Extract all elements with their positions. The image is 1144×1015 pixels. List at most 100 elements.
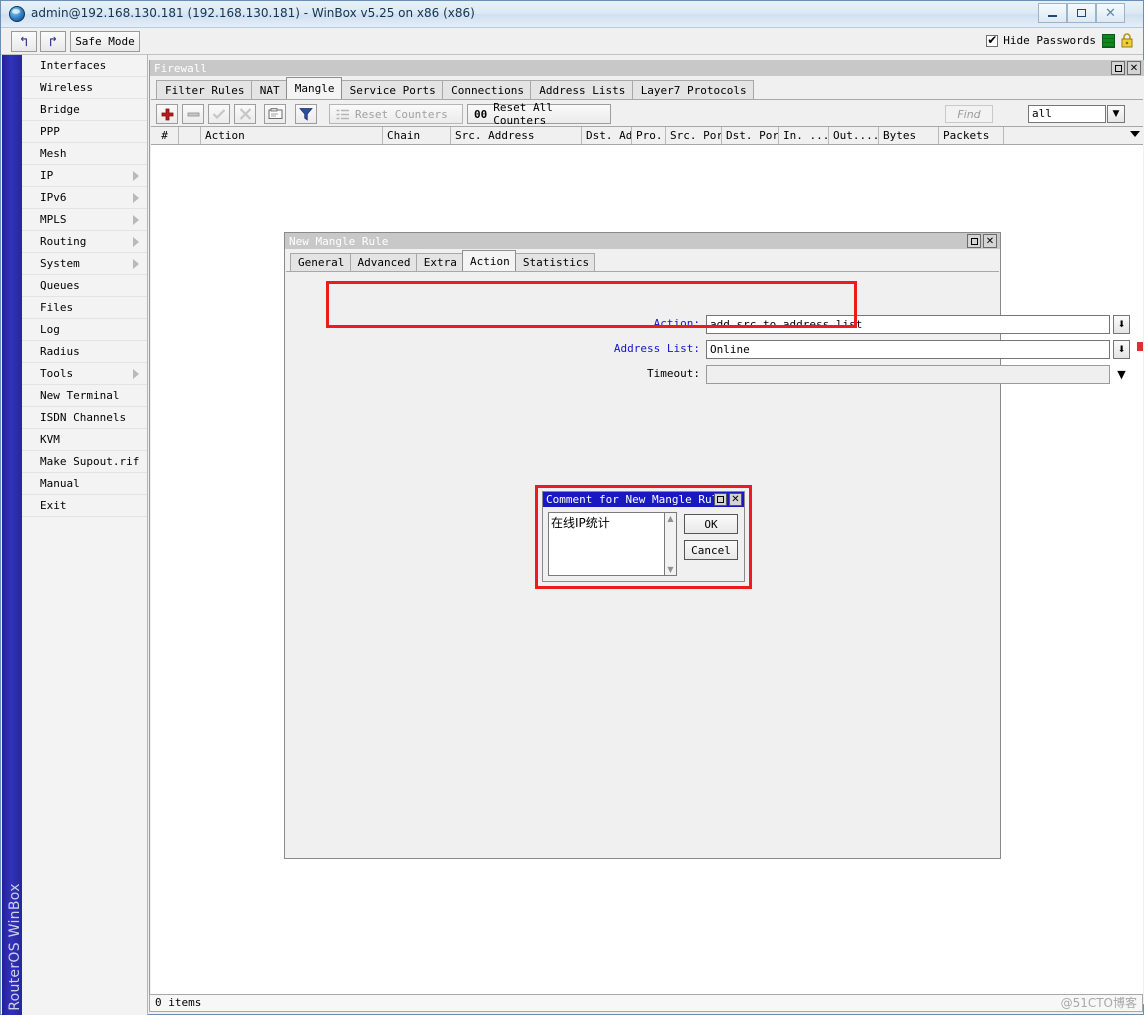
firewall-tab-connections[interactable]: Connections — [442, 80, 532, 99]
sidebar-item-label: Log — [40, 323, 60, 336]
sidebar-item-radius[interactable]: Radius — [22, 341, 147, 363]
mangle-restore-button[interactable] — [967, 234, 981, 248]
action-dropdown-button[interactable]: ⬇ — [1113, 315, 1130, 334]
plus-icon — [161, 108, 173, 120]
sidebar-item-system[interactable]: System — [22, 253, 147, 275]
sidebar-item-mpls[interactable]: MPLS — [22, 209, 147, 231]
comment-textarea[interactable]: 在线IP统计 — [548, 512, 665, 576]
tab-label: Filter Rules — [165, 84, 245, 97]
tab-label: Extra — [423, 256, 457, 269]
column-header-chain[interactable]: Chain — [383, 127, 451, 144]
sidebar-item-routing[interactable]: Routing — [22, 231, 147, 253]
mangle-tab-extra[interactable]: Extra — [415, 253, 463, 271]
sidebar-item-queues[interactable]: Queues — [22, 275, 147, 297]
safe-mode-button[interactable]: Safe Mode — [70, 31, 140, 52]
chevron-down-icon[interactable]: ▼ — [1107, 105, 1125, 123]
undo-button[interactable]: ↰ — [11, 31, 37, 52]
firewall-tab-layer7-protocols[interactable]: Layer7 Protocols — [631, 80, 755, 99]
comment-button[interactable] — [264, 104, 286, 124]
column-header-in[interactable]: In. ... — [779, 127, 829, 144]
comment-ok-button[interactable]: OK — [684, 514, 738, 534]
column-header-dst-port[interactable]: Dst. Port — [722, 127, 779, 144]
column-header-bytes[interactable]: Bytes — [879, 127, 939, 144]
firewall-filter-select[interactable]: all — [1028, 105, 1106, 123]
mangle-tab-advanced[interactable]: Advanced — [349, 253, 417, 271]
firewall-tab-address-lists[interactable]: Address Lists — [530, 80, 633, 99]
firewall-toolbar: Reset Counters 00 Reset All Counters Fin… — [151, 99, 1143, 127]
tab-label: NAT — [259, 84, 280, 97]
find-button[interactable]: Find — [945, 105, 993, 123]
sidebar-item-tools[interactable]: Tools — [22, 363, 147, 385]
mangle-tab-action[interactable]: Action — [462, 250, 516, 271]
address-list-dropdown-button[interactable]: ⬇ — [1113, 340, 1130, 359]
mangle-tab-statistics[interactable]: Statistics — [514, 253, 596, 271]
comment-cancel-button[interactable]: Cancel — [684, 540, 738, 560]
column-header-menu[interactable] — [1004, 127, 1143, 144]
timeout-dropdown-button[interactable]: ▼ — [1113, 365, 1130, 384]
sidebar-item-ip[interactable]: IP — [22, 165, 147, 187]
sidebar-item-isdn-channels[interactable]: ISDN Channels — [22, 407, 147, 429]
column-header-label: # — [161, 129, 168, 142]
column-header-action[interactable]: Action — [201, 127, 383, 144]
add-rule-button[interactable] — [156, 104, 178, 124]
comment-close-button[interactable]: ✕ — [729, 493, 742, 506]
column-header-dst-add[interactable]: Dst. Add... — [582, 127, 632, 144]
triangle-up-icon[interactable]: ▲ — [666, 514, 675, 523]
hide-passwords-checkbox[interactable]: Hide Passwords — [986, 33, 1096, 47]
column-header-label: Out.... — [833, 129, 879, 142]
firewall-tab-filter-rules[interactable]: Filter Rules — [156, 80, 252, 99]
mangle-close-button[interactable]: ✕ — [983, 234, 997, 248]
sidebar-item-kvm[interactable]: KVM — [22, 429, 147, 451]
mangle-tab-general[interactable]: General — [290, 253, 351, 271]
close-icon: ✕ — [731, 494, 740, 505]
comment-restore-button[interactable] — [714, 493, 727, 506]
column-header-packets[interactable]: Packets — [939, 127, 1004, 144]
reset-counters-button[interactable]: Reset Counters — [329, 104, 463, 124]
sidebar-item-bridge[interactable]: Bridge — [22, 99, 147, 121]
window-maximize-button[interactable] — [1067, 3, 1096, 23]
firewall-titlebar: Firewall ✕ — [150, 60, 1144, 76]
sidebar-item-manual[interactable]: Manual — [22, 473, 147, 495]
timeout-label: Timeout: — [647, 367, 700, 380]
window-close-button[interactable]: ✕ — [1096, 3, 1125, 23]
lock-icon — [1120, 33, 1134, 48]
firewall-tab-mangle[interactable]: Mangle — [285, 77, 342, 99]
column-header-blank-1[interactable] — [179, 127, 201, 144]
column-header-label: Dst. Port — [726, 129, 779, 142]
column-header-pro[interactable]: Pro... — [632, 127, 666, 144]
enable-rule-button[interactable] — [208, 104, 230, 124]
firewall-tab-nat[interactable]: NAT — [250, 80, 287, 99]
timeout-input[interactable] — [706, 365, 1110, 384]
disable-rule-button[interactable] — [234, 104, 256, 124]
firewall-restore-button[interactable] — [1111, 61, 1125, 75]
remove-rule-button[interactable] — [182, 104, 204, 124]
comment-scrollbar[interactable]: ▲ ▼ — [665, 512, 677, 576]
column-header-src-port[interactable]: Src. Port — [666, 127, 722, 144]
window-minimize-button[interactable] — [1038, 3, 1067, 23]
tab-label: Mangle — [294, 82, 335, 95]
triangle-down-icon[interactable]: ▼ — [666, 565, 675, 574]
column-header-out[interactable]: Out.... — [829, 127, 879, 144]
redo-button[interactable]: ↱ — [40, 31, 66, 52]
firewall-close-button[interactable]: ✕ — [1127, 61, 1141, 75]
column-header-src-address[interactable]: Src. Address — [451, 127, 582, 144]
main-menu-panel: Interfaces Wireless Bridge PPP Mesh IP IPv6 MPL… — [22, 55, 148, 1015]
sidebar-item-files[interactable]: Files — [22, 297, 147, 319]
sidebar-item-mesh[interactable]: Mesh — [22, 143, 147, 165]
sidebar-item-new-terminal[interactable]: New Terminal — [22, 385, 147, 407]
address-list-input[interactable]: Online — [706, 340, 1110, 359]
sidebar-item-ipv6[interactable]: IPv6 — [22, 187, 147, 209]
reset-all-counters-button[interactable]: 00 Reset All Counters — [467, 101, 611, 127]
sidebar-item-ppp[interactable]: PPP — [22, 121, 147, 143]
sidebar-item-wireless[interactable]: Wireless — [22, 77, 147, 99]
window-title: admin@192.168.130.181 (192.168.130.181) … — [31, 6, 475, 20]
sidebar-item-exit[interactable]: Exit — [22, 495, 147, 517]
column-header-[interactable]: # — [151, 127, 179, 144]
firewall-tab-service-ports[interactable]: Service Ports — [340, 80, 444, 99]
sidebar-item-log[interactable]: Log — [22, 319, 147, 341]
action-input[interactable]: add src to address list — [706, 315, 1110, 334]
filter-button[interactable] — [295, 104, 317, 124]
field-row-action: Action: add src to address list ⬇ — [286, 315, 1142, 334]
sidebar-item-make-supout-rif[interactable]: Make Supout.rif — [22, 451, 147, 473]
sidebar-item-interfaces[interactable]: Interfaces — [22, 55, 147, 77]
